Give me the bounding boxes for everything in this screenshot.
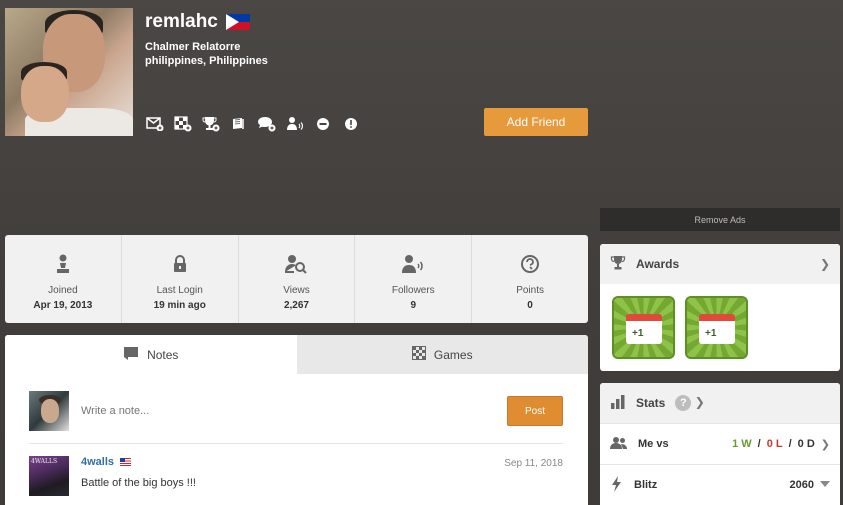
- note-input[interactable]: [81, 397, 491, 425]
- stats-card: Stats ? ❯ Me vs 1 W / 0 L / 0 D ❯ Blitz …: [600, 383, 840, 505]
- bar-chart-icon: [610, 394, 626, 413]
- profile-actions: [145, 115, 361, 133]
- commenter-username[interactable]: 4walls: [81, 456, 132, 468]
- comment-text: Battle of the big boys !!!: [81, 477, 196, 489]
- calendar-icon: +1: [699, 314, 735, 344]
- award-badge[interactable]: +1: [612, 296, 675, 359]
- usa-flag-icon: [120, 458, 132, 466]
- remove-ads-link[interactable]: Remove Ads: [600, 208, 840, 231]
- profile-username: remlahc: [145, 11, 250, 33]
- tab-games[interactable]: Games: [296, 335, 588, 374]
- chevron-down-icon: [820, 479, 830, 491]
- divider: [29, 443, 563, 444]
- profile-real-name: Chalmer Relatorre: [145, 41, 241, 53]
- stat-last-login: Last Login 19 min ago: [122, 235, 239, 323]
- award-badges: +1 +1: [600, 284, 840, 371]
- post-button[interactable]: Post: [507, 396, 563, 426]
- add-friend-button[interactable]: Add Friend: [484, 108, 588, 136]
- users-icon: [610, 436, 628, 453]
- trophy-icon[interactable]: [201, 115, 221, 133]
- list-item: 4WALLS 4walls Sep 11, 2018 Battle of the…: [29, 455, 563, 500]
- calendar-icon: +1: [626, 314, 662, 344]
- report-icon[interactable]: [341, 115, 361, 133]
- stat-joined: Joined Apr 19, 2013: [5, 235, 122, 323]
- block-icon[interactable]: [313, 115, 333, 133]
- stat-followers: Followers 9: [355, 235, 473, 323]
- stat-points: Points 0: [472, 235, 588, 323]
- stat-views: Views 2,267: [239, 235, 356, 323]
- chessboard-icon: [411, 346, 426, 363]
- pawn-icon: [56, 253, 70, 275]
- follow-icon[interactable]: [285, 115, 305, 133]
- help-icon[interactable]: ?: [675, 395, 692, 411]
- awards-card: Awards ❯ +1 +1: [600, 244, 840, 371]
- notes-games-panel: Notes Games Post 4WALLS 4walls Sep 11, 2…: [5, 335, 588, 505]
- message-icon[interactable]: [145, 115, 165, 133]
- notes-icon: [123, 346, 139, 363]
- chevron-right-icon: ❯: [820, 438, 830, 451]
- tab-notes[interactable]: Notes: [5, 335, 297, 374]
- views-icon: [284, 253, 308, 275]
- trophy-icon: [610, 255, 626, 274]
- lightning-icon: [610, 475, 624, 495]
- challenge-icon[interactable]: [173, 115, 193, 133]
- profile-stats-bar: Joined Apr 19, 2013 Last Login 19 min ag…: [5, 235, 588, 323]
- add-to-group-icon[interactable]: [257, 115, 277, 133]
- commenter-avatar[interactable]: 4WALLS: [29, 456, 69, 496]
- profile-avatar: [5, 8, 133, 136]
- note-composer: Post: [29, 391, 563, 431]
- stats-row-blitz[interactable]: Blitz 2060: [600, 464, 840, 505]
- chevron-right-icon: ❯: [694, 395, 705, 409]
- comment-date: Sep 11, 2018: [504, 458, 563, 469]
- award-badge[interactable]: +1: [685, 296, 748, 359]
- current-user-avatar: [29, 391, 69, 431]
- stats-header[interactable]: Stats ? ❯: [600, 383, 840, 423]
- awards-header[interactable]: Awards ❯: [600, 244, 840, 284]
- points-icon: [520, 253, 540, 275]
- tab-bar: Notes Games: [5, 335, 588, 374]
- chevron-right-icon: ❯: [819, 257, 830, 271]
- profile-location: philippines, Philippines: [145, 55, 268, 67]
- stats-row-me-vs[interactable]: Me vs 1 W / 0 L / 0 D ❯: [600, 423, 840, 464]
- lock-icon: [172, 253, 188, 275]
- followers-icon: [401, 253, 425, 275]
- philippines-flag-icon: [225, 14, 250, 30]
- book-icon[interactable]: [229, 115, 249, 133]
